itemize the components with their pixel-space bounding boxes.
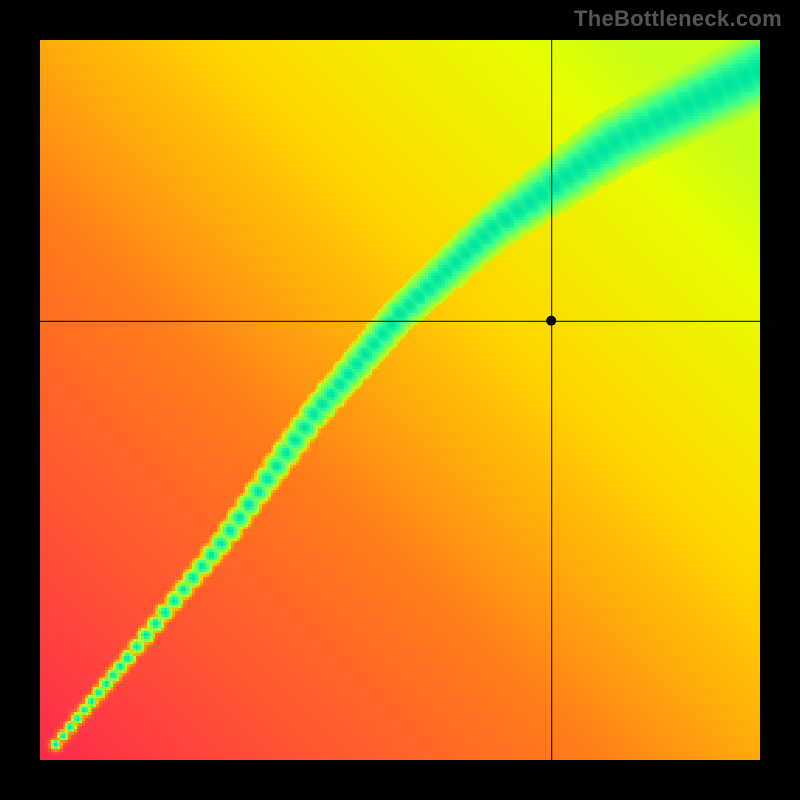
heatmap-plot <box>40 40 760 760</box>
chart-frame: TheBottleneck.com <box>0 0 800 800</box>
heatmap-canvas <box>40 40 760 760</box>
watermark-text: TheBottleneck.com <box>574 6 782 32</box>
